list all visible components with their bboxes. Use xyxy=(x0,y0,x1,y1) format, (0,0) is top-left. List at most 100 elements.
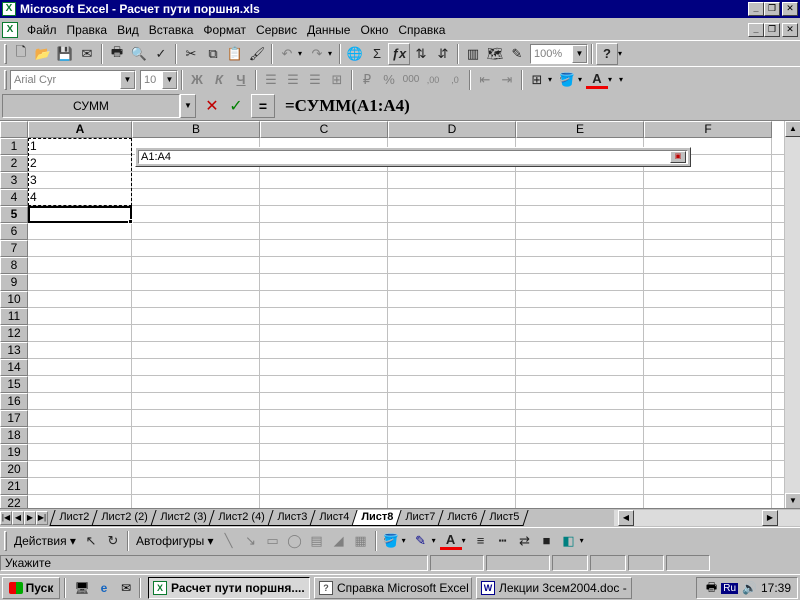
doc-minimize-button[interactable]: _ xyxy=(748,23,764,37)
row-header-3[interactable]: 3 xyxy=(0,172,28,189)
range-input[interactable]: A1:A4 ▣ xyxy=(138,150,688,164)
chevron-down-icon[interactable]: ▼ xyxy=(120,70,135,89)
column-header-e[interactable]: E xyxy=(516,121,644,138)
wordart-icon[interactable]: ◢ xyxy=(328,530,350,552)
increase-indent-icon[interactable]: ⇥ xyxy=(496,69,518,91)
format-painter-icon[interactable]: 🖌 xyxy=(246,43,268,65)
menu-item-0[interactable]: Файл xyxy=(22,23,62,37)
chevron-down-icon[interactable]: ▼ xyxy=(572,44,587,63)
edit-formula-button[interactable]: = xyxy=(251,94,275,118)
fill-color-icon[interactable]: 🪣 xyxy=(380,530,402,552)
row-header-1[interactable]: 1 xyxy=(0,138,28,155)
printer-icon[interactable]: 🖶 xyxy=(706,578,717,599)
enter-button[interactable]: ✓ xyxy=(224,94,248,118)
name-box[interactable]: СУММ xyxy=(2,94,180,118)
scroll-up-icon[interactable]: ▲ xyxy=(785,121,800,137)
redo-dropdown-icon[interactable]: ▾ xyxy=(328,49,336,58)
worksheet-grid[interactable]: ABCDEF 1 2 3 4 5 6 7 8 9 10 11 12 13 14 15 16 17 18 19 20 21… xyxy=(0,120,800,508)
cancel-button[interactable]: ✕ xyxy=(200,94,224,118)
fill-handle[interactable] xyxy=(128,219,133,224)
title-bar[interactable]: X Microsoft Excel - Расчет пути поршня.x… xyxy=(0,0,800,18)
comma-style-icon[interactable]: 000 xyxy=(400,69,422,91)
sheet-tab-1[interactable]: Лист2 (2) xyxy=(91,509,158,526)
row-header-2[interactable]: 2 xyxy=(0,155,28,172)
fill-dropdown-icon[interactable]: ▾ xyxy=(578,75,586,84)
column-header-a[interactable]: A xyxy=(28,121,132,138)
row-header-19[interactable]: 19 xyxy=(0,444,28,461)
column-header-b[interactable]: B xyxy=(132,121,260,138)
chart-wizard-icon[interactable]: ▥ xyxy=(462,43,484,65)
merge-center-icon[interactable]: ⊞ xyxy=(326,69,348,91)
sheet-tab-6[interactable]: Лист8 xyxy=(351,509,403,526)
spelling-icon[interactable]: ✓ xyxy=(150,43,172,65)
autosum-icon[interactable]: Σ xyxy=(366,43,388,65)
borders-dropdown-icon[interactable]: ▾ xyxy=(548,75,556,84)
row-header-21[interactable]: 21 xyxy=(0,478,28,495)
new-icon[interactable]: 🗋 xyxy=(10,43,32,65)
row-header-7[interactable]: 7 xyxy=(0,240,28,257)
formula-input[interactable]: =СУММ(A1:A4) xyxy=(285,96,410,116)
row-header-8[interactable]: 8 xyxy=(0,257,28,274)
minimize-button[interactable]: _ xyxy=(748,2,764,16)
toolbar-grip[interactable] xyxy=(4,530,7,551)
autoshapes-menu[interactable]: Автофигуры ▾ xyxy=(132,534,218,548)
row-header-18[interactable]: 18 xyxy=(0,427,28,444)
font-color-dropdown-icon[interactable]: ▾ xyxy=(608,75,616,84)
chevron-down-icon[interactable]: ▼ xyxy=(162,70,177,89)
restore-button[interactable]: ❐ xyxy=(764,2,780,16)
menu-item-6[interactable]: Данные xyxy=(302,23,355,37)
decrease-indent-icon[interactable]: ⇤ xyxy=(474,69,496,91)
function-icon[interactable]: ƒx xyxy=(388,42,410,65)
align-right-icon[interactable]: ☰ xyxy=(304,69,326,91)
menu-item-8[interactable]: Справка xyxy=(393,23,450,37)
desktop-icon[interactable]: 🖥 xyxy=(73,579,91,597)
currency-icon[interactable]: ₽ xyxy=(356,69,378,91)
clipart-icon[interactable]: ▦ xyxy=(350,530,372,552)
sort-ascending-icon[interactable]: ⇅ xyxy=(410,43,432,65)
toolbar-options-icon[interactable]: ▾ xyxy=(580,536,588,545)
mail-icon[interactable]: ✉ xyxy=(76,43,98,65)
close-button[interactable]: ✕ xyxy=(782,2,798,16)
undo-icon[interactable]: ↶ xyxy=(276,43,298,65)
row-header-14[interactable]: 14 xyxy=(0,359,28,376)
row-header-13[interactable]: 13 xyxy=(0,342,28,359)
next-sheet-icon[interactable]: ▶ xyxy=(24,510,36,525)
text-box-icon[interactable]: ▤ xyxy=(306,530,328,552)
line-style-icon[interactable]: ≡ xyxy=(470,530,492,552)
taskbar-task-2[interactable]: W Лекции 3сем2004.doc - ... xyxy=(476,576,632,599)
vertical-scrollbar[interactable]: ▲ ▼ xyxy=(784,121,800,508)
scroll-down-icon[interactable]: ▼ xyxy=(785,493,800,508)
row-header-20[interactable]: 20 xyxy=(0,461,28,478)
fill-color-icon[interactable]: 🪣 xyxy=(556,69,578,91)
undo-dropdown-icon[interactable]: ▾ xyxy=(298,49,306,58)
cut-icon[interactable]: ✂ xyxy=(180,43,202,65)
toolbar-options-icon[interactable]: ▾ xyxy=(619,75,627,84)
row-header-12[interactable]: 12 xyxy=(0,325,28,342)
font-color-dropdown-icon[interactable]: ▾ xyxy=(462,536,470,545)
taskbar-task-1[interactable]: ? Справка Microsoft Excel xyxy=(314,576,472,599)
copy-icon[interactable]: ⧉ xyxy=(202,43,224,65)
preview-icon[interactable]: 🔍 xyxy=(128,43,150,65)
save-icon[interactable]: 💾 xyxy=(54,43,76,65)
print-icon[interactable]: 🖶 xyxy=(106,43,128,65)
align-left-icon[interactable]: ☰ xyxy=(260,69,282,91)
menu-item-3[interactable]: Вставка xyxy=(144,23,199,37)
horizontal-scrollbar[interactable]: ◀ ▶ xyxy=(614,510,800,526)
first-sheet-icon[interactable]: |◀ xyxy=(0,510,12,525)
doc-restore-button[interactable]: ❐ xyxy=(764,23,780,37)
expand-dialog-icon[interactable]: ▣ xyxy=(670,151,686,163)
sheet-tab-2[interactable]: Лист2 (3) xyxy=(149,509,216,526)
dash-style-icon[interactable]: ┅ xyxy=(492,530,514,552)
zoom-combo[interactable]: 100% ▼ xyxy=(530,43,588,64)
chevron-down-icon[interactable]: ▼ xyxy=(180,94,196,118)
function-argument-box[interactable]: A1:A4 ▣ xyxy=(135,147,691,167)
actions-menu[interactable]: Действия ▾ xyxy=(10,534,80,548)
toolbar-grip[interactable] xyxy=(4,69,7,90)
italic-button[interactable]: К xyxy=(208,69,230,91)
scroll-left-icon[interactable]: ◀ xyxy=(618,510,634,526)
fill-dropdown-icon[interactable]: ▾ xyxy=(402,536,410,545)
arrow-icon[interactable]: ↘ xyxy=(240,530,262,552)
prev-sheet-icon[interactable]: ◀ xyxy=(12,510,24,525)
clock[interactable]: 17:39 xyxy=(761,581,791,595)
rectangle-icon[interactable]: ▭ xyxy=(262,530,284,552)
